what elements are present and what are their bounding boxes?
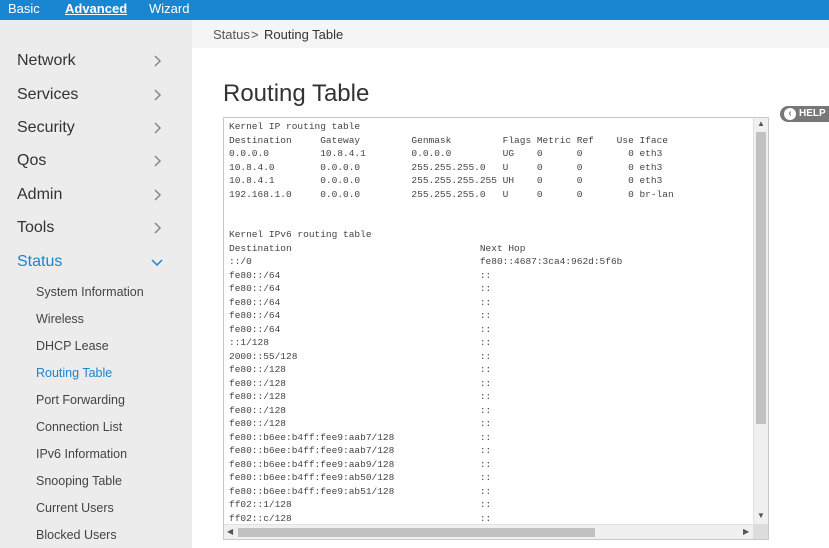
help-button[interactable]: ‹ HELP [780, 106, 829, 122]
scroll-up-icon[interactable]: ▲ [757, 119, 765, 128]
sidebar-item-label: Services [17, 86, 79, 103]
scrollbar-corner [753, 524, 768, 539]
sidebar-subitem-label: Snooping Table [36, 474, 122, 488]
sidebar-subitem-wireless[interactable]: Wireless [0, 309, 192, 331]
sidebar-subitem-connection-list[interactable]: Connection List [0, 417, 192, 439]
sidebar-subitem-label: Routing Table [36, 366, 113, 380]
top-menu-bar: Basic Advanced Wizard [0, 0, 829, 20]
sidebar-item-tools[interactable]: Tools [0, 215, 192, 245]
sidebar-item-label: Admin [17, 186, 63, 203]
scroll-down-icon[interactable]: ▼ [757, 511, 765, 520]
sidebar-subitem-ipv6-information[interactable]: IPv6 Information [0, 444, 192, 466]
sidebar-subitem-port-forwarding[interactable]: Port Forwarding [0, 390, 192, 412]
vertical-scrollbar[interactable]: ▲ ▼ [753, 118, 768, 525]
sidebar-subitem-routing-table[interactable]: Routing Table [0, 363, 192, 385]
sidebar-subitem-label: DHCP Lease [36, 339, 109, 353]
help-label: HELP [799, 108, 826, 119]
vertical-scroll-thumb[interactable] [756, 132, 766, 424]
sidebar-subitem-label: Wireless [36, 312, 84, 326]
sidebar-item-label: Qos [17, 152, 47, 169]
sidebar-subitem-current-users[interactable]: Current Users [0, 498, 192, 520]
sidebar-item-qos[interactable]: Qos [0, 148, 192, 178]
chevron-right-icon [154, 189, 162, 201]
chevron-left-icon: ‹ [784, 108, 796, 120]
tab-basic[interactable]: Basic [8, 1, 40, 17]
sidebar-subitem-system-information[interactable]: System Information [0, 282, 192, 304]
page-title: Routing Table [223, 80, 370, 107]
breadcrumb: Status > Routing Table [192, 20, 829, 48]
tab-wizard[interactable]: Wizard [149, 1, 189, 17]
chevron-right-icon [154, 55, 162, 67]
sidebar-item-network[interactable]: Network [0, 48, 192, 78]
sidebar-item-security[interactable]: Security [0, 115, 192, 145]
chevron-right-icon [154, 122, 162, 134]
sidebar-subitem-snooping-table[interactable]: Snooping Table [0, 471, 192, 493]
sidebar-subitem-blocked-users[interactable]: Blocked Users [0, 525, 192, 547]
breadcrumb-parent[interactable]: Status [213, 27, 250, 42]
routing-table-content: Kernel IP routing table Destination Gate… [229, 121, 674, 524]
scroll-right-icon[interactable]: ▶ [743, 527, 749, 536]
sidebar-subitem-label: Port Forwarding [36, 393, 125, 407]
sidebar-item-label: Security [17, 119, 75, 136]
scroll-left-icon[interactable]: ◀ [227, 527, 233, 536]
routing-table-textarea[interactable]: Kernel IP routing table Destination Gate… [223, 117, 769, 540]
horizontal-scrollbar[interactable]: ◀ ▶ [224, 524, 754, 539]
sidebar-item-status[interactable]: Status [0, 249, 192, 279]
sidebar-item-label: Tools [17, 219, 55, 236]
sidebar-item-services[interactable]: Services [0, 82, 192, 112]
chevron-down-icon [151, 259, 163, 267]
sidebar-subitem-label: System Information [36, 285, 144, 299]
sidebar-subitem-dhcp-lease[interactable]: DHCP Lease [0, 336, 192, 358]
sidebar-subitem-label: Current Users [36, 501, 114, 515]
horizontal-scroll-thumb[interactable] [238, 528, 595, 537]
chevron-right-icon [154, 222, 162, 234]
chevron-right-icon [154, 89, 162, 101]
breadcrumb-separator: > [251, 27, 259, 42]
breadcrumb-current: Routing Table [264, 27, 344, 42]
tab-advanced[interactable]: Advanced [65, 1, 127, 17]
sidebar-item-admin[interactable]: Admin [0, 182, 192, 212]
sidebar-item-label: Network [17, 52, 76, 69]
sidebar-subitem-label: IPv6 Information [36, 447, 128, 461]
sidebar-item-label: Status [17, 253, 63, 270]
sidebar-subitem-label: Blocked Users [36, 528, 117, 542]
sidebar-subitem-label: Connection List [36, 420, 123, 434]
sidebar: Network Services Security Qos Admin Tool… [0, 20, 192, 548]
chevron-right-icon [154, 155, 162, 167]
